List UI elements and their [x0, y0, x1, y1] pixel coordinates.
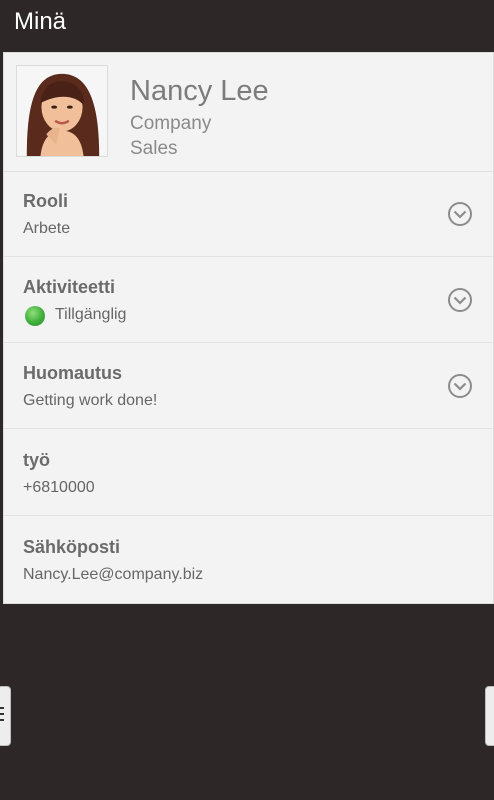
- field-value: Arbete: [23, 220, 71, 237]
- field-value: Getting work done!: [23, 392, 158, 409]
- field-label: Sähköposti: [23, 537, 121, 557]
- chevron-down-circle-icon[interactable]: [447, 201, 473, 227]
- status-available-icon: [25, 306, 45, 326]
- contact-company: Company: [130, 113, 212, 134]
- field-label: työ: [23, 450, 50, 470]
- field-label: Rooli: [23, 191, 68, 211]
- field-activity[interactable]: Aktiviteetti Tillgänglig: [4, 257, 493, 343]
- field-role[interactable]: Rooli Arbete: [4, 171, 493, 257]
- chevron-down-circle-icon[interactable]: [447, 287, 473, 313]
- left-drawer-handle[interactable]: [0, 686, 11, 746]
- avatar-photo: [17, 66, 107, 156]
- app-title: Minä: [14, 8, 67, 35]
- right-drawer-handle[interactable]: [485, 686, 494, 746]
- my-info-card: Nancy Lee Company Sales Rooli Arbete Akt…: [3, 52, 494, 604]
- field-note[interactable]: Huomautus Getting work done!: [4, 343, 493, 429]
- contact-name: Nancy Lee: [130, 75, 269, 107]
- field-value: Tillgänglig: [55, 306, 127, 323]
- chevron-down-circle-icon[interactable]: [447, 373, 473, 399]
- profile-header: Nancy Lee Company Sales: [4, 53, 493, 172]
- action-bar: Minä: [0, 0, 494, 48]
- field-label: Aktiviteetti: [23, 277, 116, 297]
- field-value: Nancy.Lee@company.biz: [23, 566, 204, 583]
- field-work-phone[interactable]: työ +6810000: [4, 430, 493, 516]
- field-email[interactable]: Sähköposti Nancy.Lee@company.biz: [4, 517, 493, 603]
- menu-icon: [0, 707, 4, 725]
- contact-department: Sales: [130, 138, 178, 159]
- field-label: Huomautus: [23, 363, 122, 383]
- field-value: +6810000: [23, 479, 95, 496]
- avatar[interactable]: [16, 65, 108, 157]
